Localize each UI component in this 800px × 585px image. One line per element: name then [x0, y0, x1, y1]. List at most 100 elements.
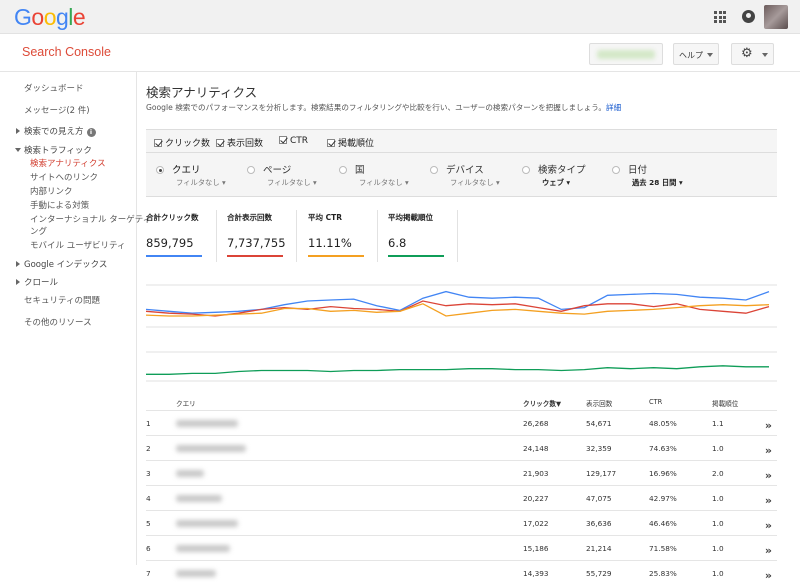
open-details-icon[interactable]: »	[765, 569, 772, 582]
performance-line-chart[interactable]	[146, 277, 777, 387]
radio-device[interactable]: デバイス フィルタなし ▾	[430, 162, 500, 187]
sidebar-item-international-targeting-cont[interactable]: ング	[30, 225, 47, 237]
filter-dropdown[interactable]: フィルタなし ▾	[176, 178, 226, 188]
sidebar-item-search-appearance[interactable]: 検索での見え方 i	[16, 125, 96, 137]
radio-page[interactable]: ページフィルタなし ▾	[247, 162, 317, 187]
sidebar-item-dashboard[interactable]: ダッシュボード	[24, 82, 84, 94]
sidebar-item-links-to-site[interactable]: サイトへのリンク	[30, 171, 98, 183]
column-header-clicks[interactable]: クリック数▼	[523, 398, 561, 408]
avatar[interactable]	[764, 5, 788, 29]
filter-dropdown[interactable]: 過去 28 日間 ▾	[632, 178, 683, 188]
cell-position: 1.0	[712, 569, 724, 578]
query-text-blurred[interactable]	[176, 420, 238, 427]
divider	[296, 210, 297, 262]
checkbox-ctr[interactable]: CTR	[279, 136, 308, 146]
sidebar-item-international-targeting[interactable]: インターナショナル ターゲティ	[30, 213, 151, 225]
checkbox-clicks[interactable]: クリック数	[154, 136, 210, 149]
open-details-icon[interactable]: »	[765, 419, 772, 432]
sidebar-item-mobile-usability[interactable]: モバイル ユーザビリティ	[30, 239, 126, 251]
query-text-blurred[interactable]	[176, 445, 246, 452]
help-button[interactable]: ヘルプ	[673, 43, 719, 65]
open-details-icon[interactable]: »	[765, 519, 772, 532]
checkbox-checked-icon	[154, 139, 162, 147]
column-header-query[interactable]: クエリ	[176, 398, 196, 408]
query-text-blurred[interactable]	[176, 545, 230, 552]
checkbox-position[interactable]: 掲載順位	[327, 136, 374, 149]
query-text-blurred[interactable]	[176, 520, 238, 527]
open-details-icon[interactable]: »	[765, 544, 772, 557]
sidebar-item-internal-links[interactable]: 内部リンク	[30, 185, 73, 197]
sidebar-item-security-issues[interactable]: セキュリティの問題	[24, 294, 100, 306]
metric-color-bar	[308, 255, 364, 257]
metric-label: 合計表示回数	[227, 213, 272, 222]
radio-search-type[interactable]: 検索タイプ ウェブ ▾	[522, 162, 586, 187]
divider	[216, 210, 217, 262]
column-header-impressions[interactable]: 表示回数	[586, 398, 612, 408]
apps-grid-icon[interactable]	[714, 11, 726, 23]
google-logo[interactable]: Google	[14, 4, 86, 31]
table-row[interactable]: 7 14,393 55,729 25.83% 1.0 »	[146, 560, 777, 585]
cell-clicks: 24,148	[523, 444, 549, 453]
sidebar-item-manual-actions[interactable]: 手動による対策	[30, 199, 89, 211]
metric-value: 7,737,755	[227, 236, 286, 250]
product-title[interactable]: Search Console	[22, 45, 111, 59]
info-icon[interactable]: i	[86, 128, 96, 137]
metric-total-impressions[interactable]: 合計表示回数 7,737,755	[227, 212, 297, 257]
table-row[interactable]: 1 26,268 54,671 48.05% 1.1 »	[146, 410, 777, 435]
metric-label: 平均 CTR	[308, 213, 343, 222]
cell-ctr: 48.05%	[649, 419, 677, 428]
radio-country[interactable]: 国フィルタなし ▾	[339, 162, 409, 187]
sidebar-item-other-resources[interactable]: その他のリソース	[24, 316, 92, 328]
sidebar-item-search-analytics[interactable]: 検索アナリティクス	[30, 157, 106, 169]
query-text-blurred[interactable]	[176, 495, 222, 502]
filter-dropdown[interactable]: フィルタなし ▾	[359, 178, 409, 188]
chevron-right-icon	[16, 128, 20, 134]
table-row[interactable]: 4 20,227 47,075 42.97% 1.0 »	[146, 485, 777, 510]
open-details-icon[interactable]: »	[765, 494, 772, 507]
cell-clicks: 17,022	[523, 519, 549, 528]
filter-dropdown[interactable]: フィルタなし ▾	[450, 178, 500, 188]
column-header-position[interactable]: 掲載順位	[712, 398, 738, 408]
table-row[interactable]: 3 21,903 129,177 16.96% 2.0 »	[146, 460, 777, 485]
table-row[interactable]: 6 15,186 21,214 71.58% 1.0 »	[146, 535, 777, 560]
chevron-right-icon	[16, 279, 20, 285]
settings-button[interactable]: ⚙	[731, 43, 774, 65]
query-text-blurred[interactable]	[176, 470, 204, 477]
open-details-icon[interactable]: »	[765, 444, 772, 457]
metric-average-position[interactable]: 平均掲載順位 6.8	[388, 212, 458, 257]
table-row[interactable]: 2 24,148 32,359 74.63% 1.0 »	[146, 435, 777, 460]
cell-clicks: 21,903	[523, 469, 549, 478]
page-title: 検索アナリティクス	[146, 85, 258, 100]
metric-label: 平均掲載順位	[388, 213, 433, 222]
radio-label: ページ	[263, 165, 292, 176]
metric-total-clicks[interactable]: 合計クリック数 859,795	[146, 212, 216, 257]
sidebar-item-label: 検索での見え方	[24, 127, 84, 137]
cell-position: 1.0	[712, 519, 724, 528]
notifications-icon[interactable]	[742, 10, 755, 23]
sidebar-item-google-index[interactable]: Google インデックス	[16, 258, 107, 270]
metric-average-ctr[interactable]: 平均 CTR 11.11%	[308, 212, 378, 257]
filter-dropdown[interactable]: フィルタなし ▾	[267, 178, 317, 188]
sidebar-item-crawl[interactable]: クロール	[16, 276, 58, 288]
row-number: 5	[146, 519, 151, 528]
row-number: 4	[146, 494, 151, 503]
checkbox-impressions[interactable]: 表示回数	[216, 136, 263, 149]
checkbox-label: 表示回数	[227, 139, 264, 149]
radio-date[interactable]: 日付 過去 28 日間 ▾	[612, 162, 683, 187]
open-details-icon[interactable]: »	[765, 469, 772, 482]
filter-dropdown[interactable]: ウェブ ▾	[542, 178, 570, 188]
table-row[interactable]: 5 17,022 36,636 46.46% 1.0 »	[146, 510, 777, 535]
column-header-ctr[interactable]: CTR	[649, 398, 662, 406]
sidebar-item-messages[interactable]: メッセージ(2 件)	[24, 104, 90, 116]
chart-series-line	[146, 303, 770, 317]
site-selector-button[interactable]	[589, 43, 663, 65]
learn-more-link[interactable]: 詳細	[606, 103, 621, 112]
main-content: 検索アナリティクス Google 検索でのパフォーマンスを分析します。検索結果の…	[138, 72, 800, 582]
radio-query[interactable]: クエリ フィルタなし ▾	[156, 162, 226, 187]
radio-icon	[247, 166, 255, 174]
radio-selected-icon	[156, 166, 164, 174]
query-text-blurred[interactable]	[176, 570, 216, 577]
cell-ctr: 16.96%	[649, 469, 677, 478]
chart-series-line	[146, 290, 770, 314]
sidebar-item-search-traffic[interactable]: 検索トラフィック	[15, 144, 92, 156]
